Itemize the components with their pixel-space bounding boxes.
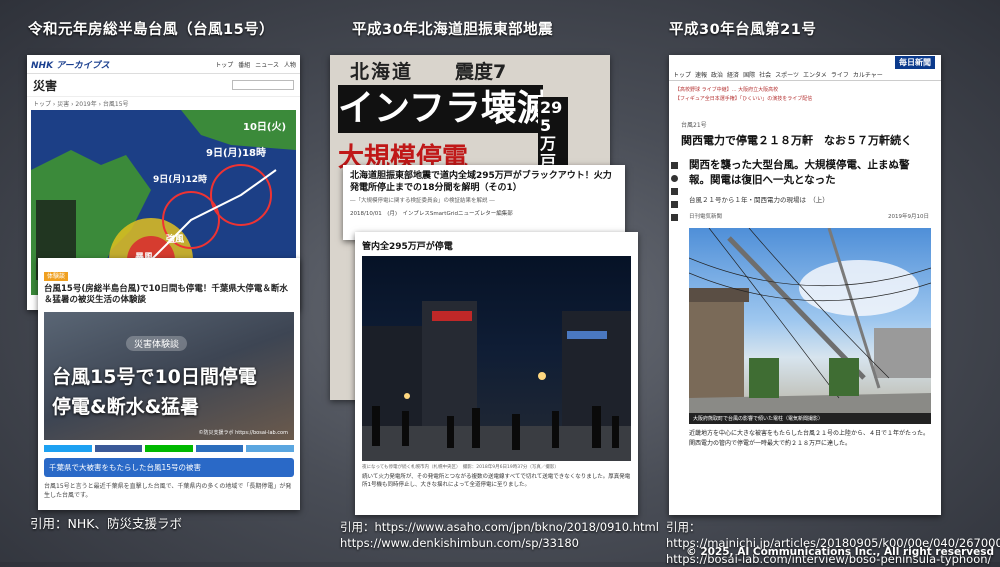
hero-headline-2: 停電&断水&猛暑 [52, 396, 200, 418]
column-title-typhoon21: 平成30年台風第21号 [669, 22, 817, 38]
nav-item[interactable]: トップ [673, 70, 691, 79]
article-headline: 関西電力で停電２１８万軒 なお５７万軒続く [681, 134, 912, 147]
article-meta: 2018/10/01 (月) インプレスSmartGridニューズレター編集部 [350, 211, 513, 217]
share-facebook-icon[interactable] [671, 175, 678, 182]
share-button-row [44, 445, 294, 452]
byline: 日刊電気新聞 [689, 214, 723, 220]
mainichi-logo[interactable]: 毎日新聞 [895, 55, 935, 69]
nav-item[interactable]: 社会 [759, 70, 771, 79]
publish-date: 2019年9月10日 [888, 214, 929, 220]
article-subtitle: ―「大規模停電に関する検証委員会」の検証結果を解説 ― [350, 198, 495, 204]
bosai-lab-article-card: 体験談 台風15号(房総半島台風)で10日間も停電！千葉県大停電＆断水＆猛暑の被… [38, 258, 300, 510]
share-hatena-icon[interactable] [671, 201, 678, 208]
series-title: 台風２１号から１年・関西電力の現場は （上） [689, 196, 829, 204]
citation-line[interactable]: 引用：https://www.asaho.com/jpn/bkno/2018/0… [340, 519, 659, 535]
photo-heading: 管内全295万戸が停電 [362, 242, 453, 252]
column-title-hokkaido-quake: 平成30年北海道胆振東部地震 [352, 22, 554, 38]
share-twitter-button[interactable] [44, 445, 92, 452]
article-body: 台風15号と言うと最近千葉県を直撃した台風で、千葉県内の多くの地域で「長期停電」… [44, 483, 292, 499]
nhk-section-title: 災害 [33, 78, 58, 93]
nhk-nav-item[interactable]: 人物 [284, 60, 296, 69]
map-label: 強風 [166, 235, 185, 245]
share-line-button[interactable] [145, 445, 193, 452]
nav-item[interactable]: エンタメ [803, 70, 827, 79]
citation-line[interactable]: https://www.denkishimbun.com/sp/33180 [340, 535, 659, 551]
nav-item[interactable]: 経済 [727, 70, 739, 79]
newspaper-headline: 北海道 [350, 61, 414, 83]
nhk-nav-item[interactable]: ニュース [255, 60, 279, 69]
citation-middle: 引用：https://www.asaho.com/jpn/bkno/2018/0… [340, 519, 659, 551]
share-pocket-button[interactable] [246, 445, 294, 452]
photo-caption: 大阪府熊取町で台風の影響で傾いた電柱（電気新聞撮影） [689, 413, 931, 424]
share-sidebar [671, 162, 679, 221]
article-title[interactable]: 北海道胆振東部地震で道内全域295万戸がブラックアウト！火力発電所停止までの18… [343, 165, 625, 196]
newspaper-headline: 震度7 [455, 61, 507, 83]
citation-left: 引用：NHK、防災支援ラボ [30, 516, 182, 531]
share-x-icon[interactable] [671, 162, 678, 169]
nav-item[interactable]: カルチャー [853, 70, 883, 79]
hero-credit: ©防災支援ラボ https://bosai-lab.com [198, 430, 288, 436]
mainichi-article-screenshot: 毎日新聞 トップ 速報 政治 経済 国際 社会 スポーツ エンタメ ライフ カル… [669, 55, 941, 515]
nhk-nav-item[interactable]: トップ [215, 60, 233, 69]
share-hatena-button[interactable] [195, 445, 244, 452]
card-title[interactable]: 台風15号(房総半島台風)で10日間も停電！千葉県大停電＆断水＆猛暑の被災生活の… [38, 284, 300, 306]
smartgrid-article-header: 北海道胆振東部地震で道内全域295万戸がブラックアウト！火力発電所停止までの18… [343, 165, 625, 240]
article-body: 関西電力の管内で停電が一時最大で約２１８万戸に達した。 [689, 440, 852, 447]
nhk-logo[interactable]: NHK アーカイブス [31, 58, 110, 71]
mainichi-nav: トップ 速報 政治 経済 国際 社会 スポーツ エンタメ ライフ カルチャー [669, 69, 941, 81]
typhoon-hero-image: 災害体験談 台風15号で10日間停電 停電&断水&猛暑 ©防災支援ラボ http… [44, 312, 294, 440]
nav-item[interactable]: スポーツ [775, 70, 799, 79]
nav-item[interactable]: 政治 [711, 70, 723, 79]
article-body: 続いて火力発電所が、その発電所とつながる複数の送電線すべてで切れて送電できなくな… [362, 474, 631, 488]
experience-badge: 体験談 [44, 272, 69, 281]
breadcrumb: トップ › 災害 › 2019年 › 台風15号 [33, 101, 129, 108]
share-link-icon[interactable] [671, 214, 678, 221]
citation-right: 引用：https://mainichi.jp/articles/20180905… [666, 519, 1000, 567]
denki-shimbun-article: 管内全295万戸が停電 夜になっても停電が続く札幌市内（札幌中央区） 撮影：20… [355, 232, 638, 515]
notice-link[interactable]: 【フィギュア全日本選手権】「ひくいい」の演技をライブ配信 [675, 95, 935, 102]
newspaper-headline: 295万戸 [538, 97, 568, 173]
byline-row: 日刊電気新聞 2019年9月10日 [689, 212, 929, 220]
hero-headline-1: 台風15号で10日間停電 [52, 366, 257, 388]
map-label: 9日(月)18時 [206, 148, 267, 159]
nav-item[interactable]: 国際 [743, 70, 755, 79]
map-label: 10日(火) [243, 122, 287, 133]
tilted-utility-poles-photo [689, 228, 931, 413]
hero-tag: 災害体験談 [126, 336, 188, 351]
article-subheadline: 関西を襲った大型台風。大規模停電、止まぬ警報。関電は復旧へ一丸となった [689, 159, 910, 186]
section-heading-bar: 千葉県で大被害をもたらした台風15号の被害 [44, 458, 294, 477]
share-line-icon[interactable] [671, 188, 678, 195]
nhk-search-input[interactable] [232, 80, 294, 90]
newspaper-headline: インフラ壊滅 [338, 85, 543, 133]
nav-item[interactable]: 速報 [695, 70, 707, 79]
blackout-street-photo [362, 256, 631, 461]
article-tag: 台風21号 [681, 122, 707, 129]
article-body: 近畿地方を中心に大きな被害をもたらした台風２１号の上陸から、４日で１年がたった。 [689, 430, 930, 437]
nhk-nav-item[interactable]: 番組 [238, 60, 250, 69]
copyright-notice: © 2025, AI Communications Inc., All righ… [686, 546, 994, 558]
share-facebook-button[interactable] [94, 445, 143, 452]
photo-caption: 夜になっても停電が続く札幌市内（札幌中央区） 撮影：2018年9月6日19時37… [362, 465, 559, 470]
nav-item[interactable]: ライフ [831, 70, 849, 79]
notice-link[interactable]: 【高校野球 ライブ中継】… 大阪府立大阪高校 [675, 86, 935, 93]
map-label: 9日(月)12時 [153, 175, 208, 185]
column-title-typhoon15: 令和元年房総半島台風（台風15号） [28, 22, 275, 38]
